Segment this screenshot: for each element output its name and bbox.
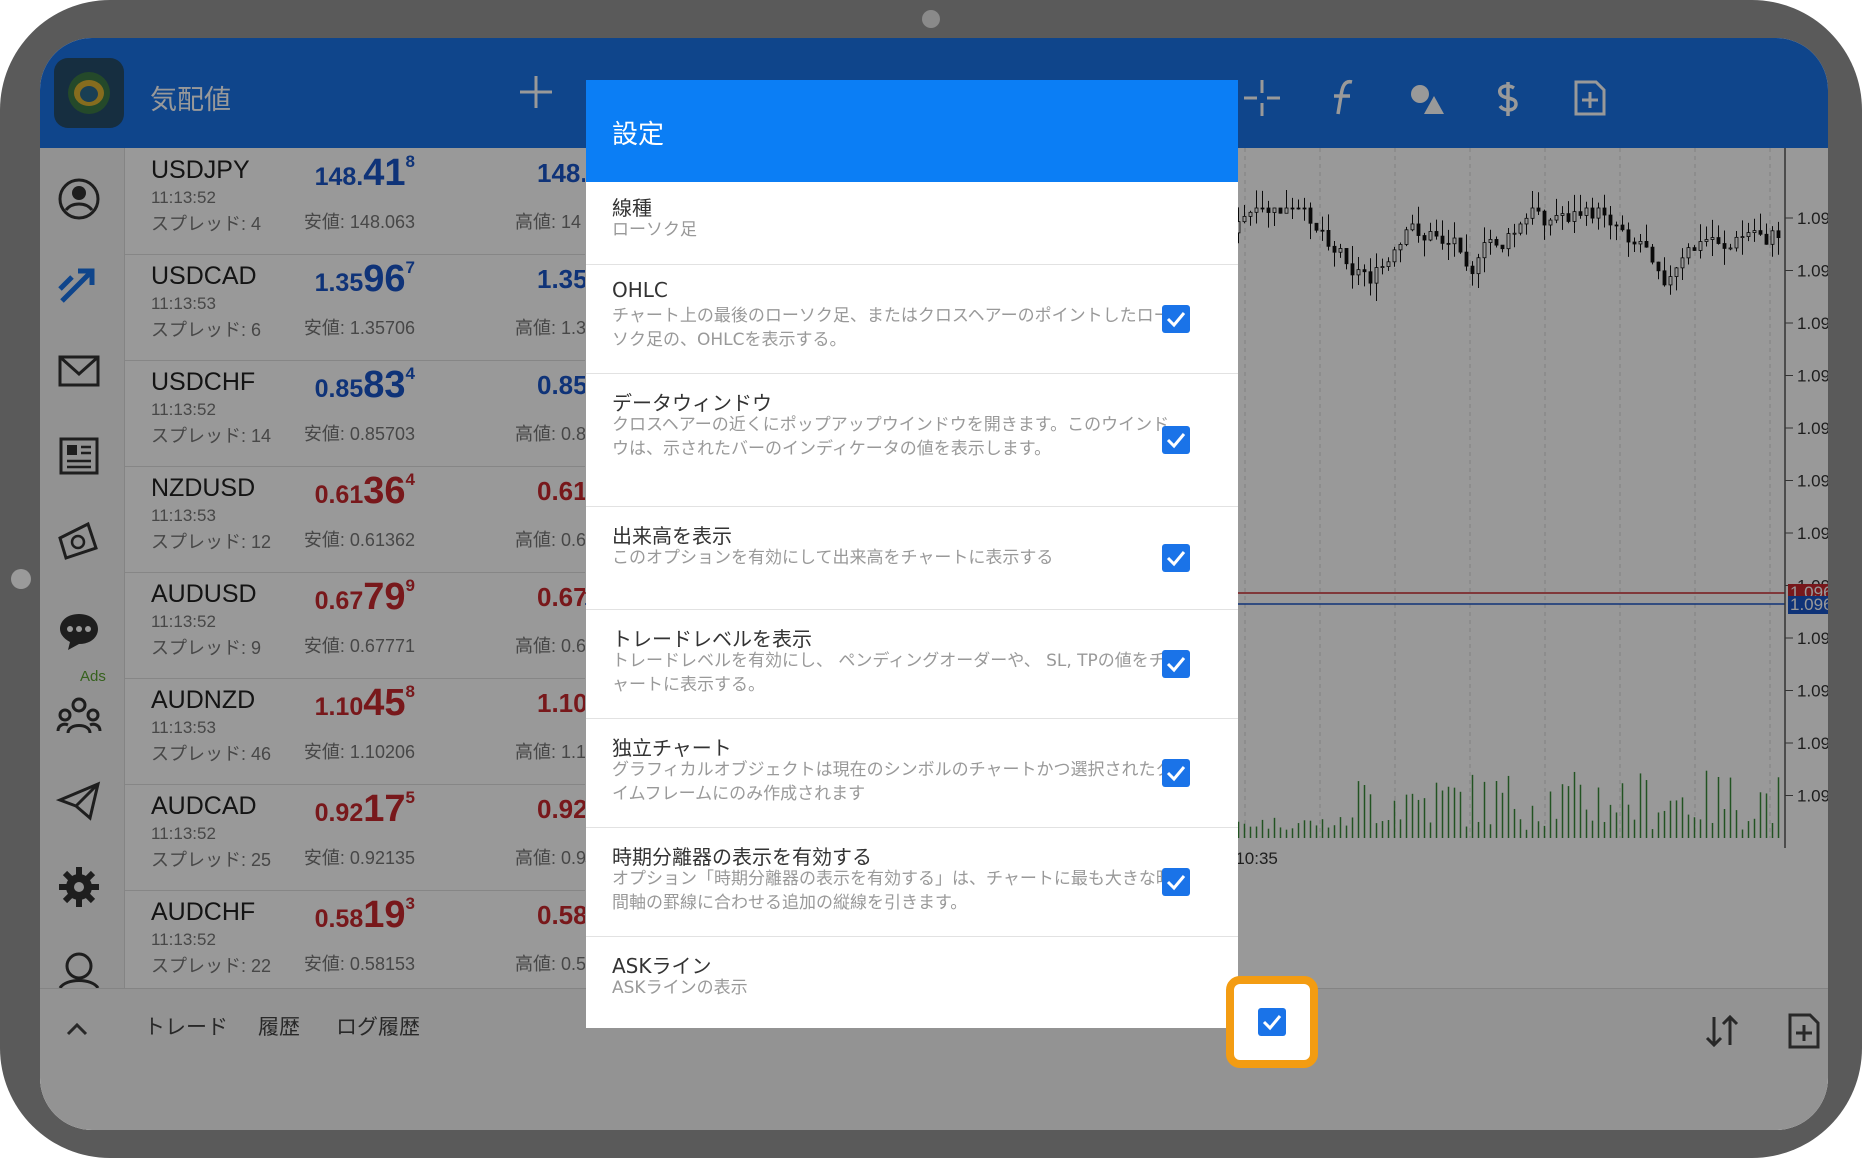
option-desc: オプション「時期分離器の表示を有効する」は、チャートに最も大きな時間軸の罫線に合… (612, 869, 1173, 913)
checkmark-icon (1166, 551, 1186, 567)
option-title: OHLC (612, 278, 668, 302)
app-screen: 気配値 Ads USDJPY 11:13:52 スプレッド: 4 148.418… (40, 38, 1828, 1130)
option-title: ASKライン (612, 954, 712, 978)
option-desc: チャート上の最後のローソク足、またはクロスヘアーのポイントしたローソク足の、OH… (612, 306, 1171, 350)
show-volume-checkbox[interactable] (1162, 544, 1190, 572)
period-separators-checkbox[interactable] (1162, 868, 1190, 896)
option-ask-line[interactable]: ASKライン ASKラインの表示 (586, 936, 1238, 1028)
checkmark-icon (1166, 433, 1186, 449)
option-title: 線種 (612, 196, 652, 220)
option-line-type[interactable]: 線種 ローソク足 (586, 182, 1238, 265)
trade-levels-checkbox[interactable] (1162, 650, 1190, 678)
option-ohlc[interactable]: OHLC チャート上の最後のローソク足、またはクロスヘアーのポイントしたローソク… (586, 264, 1238, 374)
ask-line-highlight (1226, 976, 1318, 1068)
data-window-checkbox[interactable] (1162, 426, 1190, 454)
ask-line-checkbox[interactable] (1258, 1008, 1286, 1036)
option-period-separators[interactable]: 時期分離器の表示を有効する オプション「時期分離器の表示を有効する」は、チャート… (586, 827, 1238, 937)
option-data-window[interactable]: データウィンドウ クロスヘアーの近くにポップアップウインドウを開きます。このウイ… (586, 373, 1238, 507)
checkmark-icon (1166, 875, 1186, 891)
option-title: トレードレベルを表示 (612, 627, 812, 651)
option-desc: クロスヘアーの近くにポップアップウインドウを開きます。このウインドウは、示された… (612, 415, 1170, 459)
ohlc-checkbox[interactable] (1162, 305, 1190, 333)
independent-chart-checkbox[interactable] (1162, 759, 1190, 787)
tablet-frame: 気配値 Ads USDJPY 11:13:52 スプレッド: 4 148.418… (0, 0, 1862, 1158)
option-desc: このオプションを有効にして出来高をチャートに表示する (612, 548, 1054, 568)
option-independent-chart[interactable]: 独立チャート グラフィカルオブジェクトは現在のシンボルのチャートかつ選択されたタ… (586, 718, 1238, 828)
option-title: 時期分離器の表示を有効する (612, 845, 872, 869)
side-button-dot (11, 569, 31, 589)
option-desc: ASKラインの表示 (612, 978, 748, 998)
camera-dot (922, 10, 940, 28)
option-show-volume[interactable]: 出来高を表示 このオプションを有効にして出来高をチャートに表示する (586, 506, 1238, 610)
option-title: 独立チャート (612, 736, 732, 760)
option-title: データウィンドウ (612, 391, 772, 415)
dialog-title: 設定 (612, 120, 665, 150)
option-trade-levels[interactable]: トレードレベルを表示 トレードレベルを有効にし、 ペンディングオーダーや、 SL… (586, 609, 1238, 719)
dialog-header: 設定 (586, 80, 1238, 182)
option-desc: グラフィカルオブジェクトは現在のシンボルのチャートかつ選択されたタイムフレームに… (612, 760, 1173, 804)
option-title: 出来高を表示 (612, 524, 732, 548)
checkmark-icon (1262, 1015, 1282, 1031)
option-desc: トレードレベルを有効にし、 ペンディングオーダーや、 SL, TPの値をチャート… (612, 651, 1166, 695)
checkmark-icon (1166, 312, 1186, 328)
settings-dialog: 設定 線種 ローソク足 OHLC チャート上の最後のローソク足、またはクロスヘア… (586, 80, 1238, 1028)
checkmark-icon (1166, 766, 1186, 782)
option-desc: ローソク足 (612, 220, 697, 240)
checkmark-icon (1166, 657, 1186, 673)
